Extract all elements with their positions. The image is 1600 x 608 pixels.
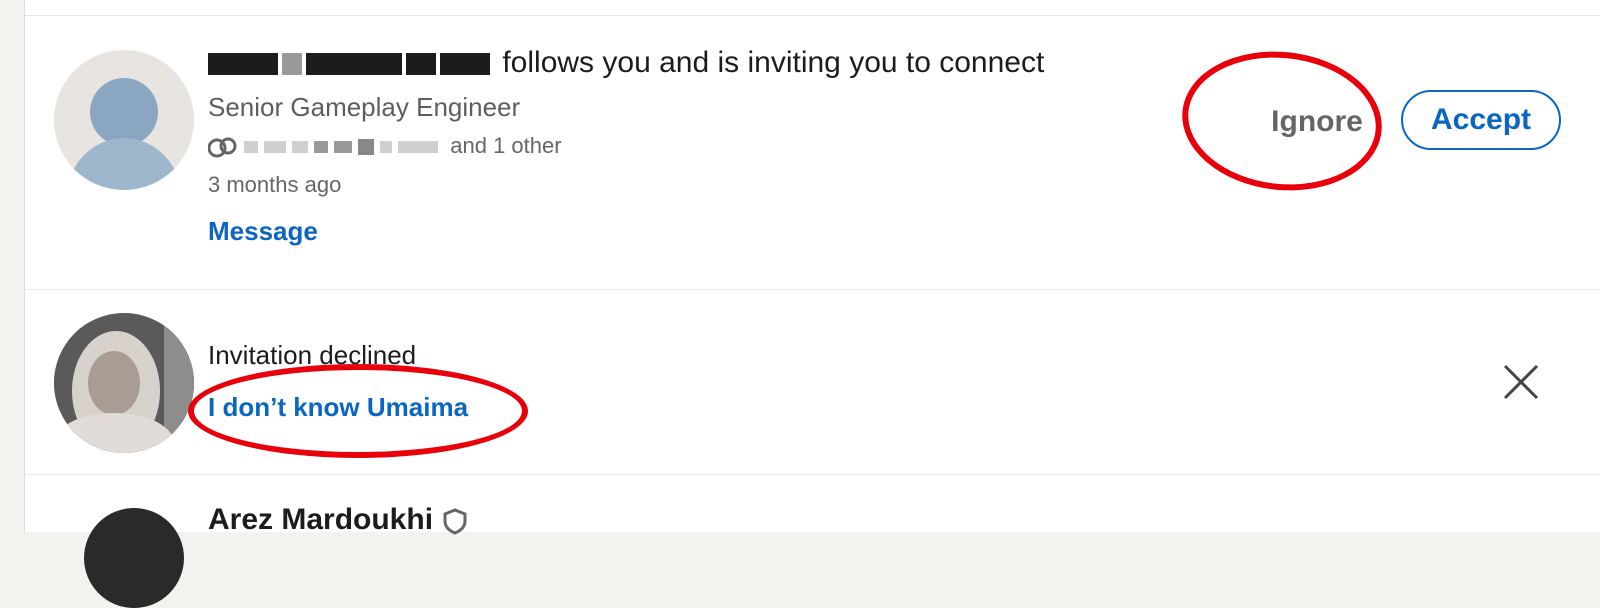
person-silhouette-icon (66, 78, 182, 190)
mutual-connections[interactable]: and 1 other (207, 133, 562, 159)
dismiss-button[interactable] (1495, 356, 1547, 408)
invitation-headline: follows you and is inviting you to conne… (208, 46, 1044, 80)
message-link[interactable]: Message (208, 216, 318, 247)
invitations-card: follows you and is inviting you to conne… (24, 0, 1600, 608)
accept-button[interactable]: Accept (1401, 90, 1561, 150)
mutual-connections-icon (207, 137, 237, 158)
redacted-name[interactable] (208, 46, 502, 79)
row-divider-2 (25, 474, 1600, 475)
declined-status: Invitation declined (208, 340, 417, 370)
avatar-umaima[interactable] (54, 313, 194, 453)
headline-suffix: follows you and is inviting you to conne… (502, 46, 1045, 79)
invitation-time: 3 months ago (208, 172, 342, 197)
ignore-button[interactable]: Ignore (1257, 100, 1377, 144)
avatar-placeholder[interactable] (54, 50, 194, 190)
close-icon (1503, 364, 1539, 400)
dont-know-link[interactable]: I don’t know Umaima (208, 392, 468, 423)
mutual-suffix: and 1 other (450, 133, 562, 158)
profile-photo (54, 313, 194, 453)
top-divider (25, 15, 1600, 16)
avatar-next[interactable] (84, 508, 184, 608)
invitation-title: Senior Gameplay Engineer (208, 92, 521, 122)
row-divider (25, 289, 1600, 290)
verified-shield-icon (443, 508, 467, 535)
